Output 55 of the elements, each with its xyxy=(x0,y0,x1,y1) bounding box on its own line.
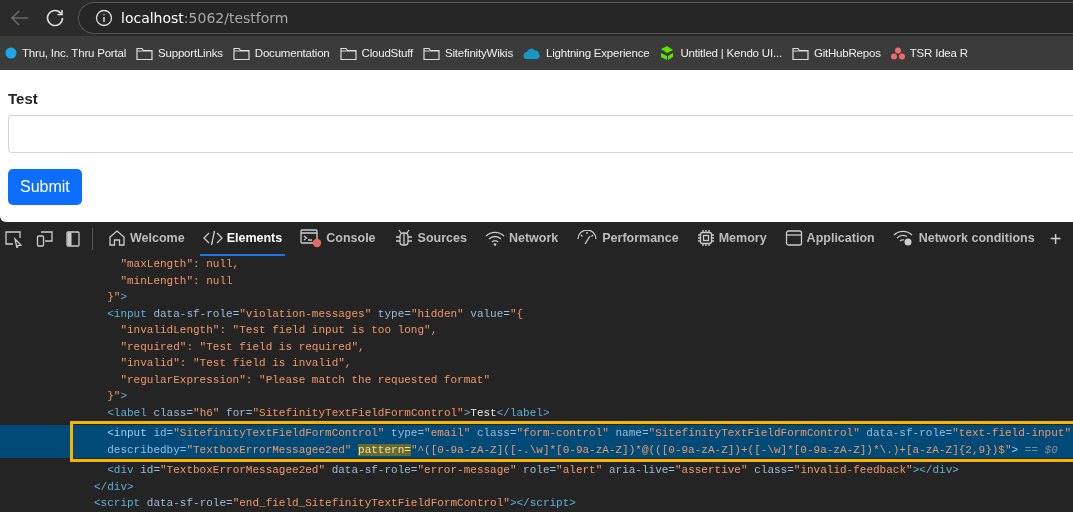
code-line[interactable]: <script data-sf-role="end_field_SitefinityTextFieldFormControl"></script> xyxy=(0,495,1073,512)
reload-icon[interactable] xyxy=(44,7,66,29)
devtools-tab[interactable]: Application xyxy=(781,222,878,256)
bookmark[interactable]: SitefinityWikis xyxy=(423,46,513,60)
gauge-icon xyxy=(576,230,599,246)
devtools-tab[interactable]: Performance xyxy=(573,222,682,256)
text-field[interactable] xyxy=(8,115,1073,153)
url-text: localhost:5062/testform xyxy=(121,10,289,26)
bookmark[interactable]: GitHubRepos xyxy=(791,46,881,60)
folder-icon xyxy=(423,46,441,60)
info-icon[interactable] xyxy=(95,9,113,27)
devtools-tab[interactable]: Sources xyxy=(390,222,470,256)
bookmark[interactable]: CloudStuff xyxy=(339,46,414,60)
window-icon xyxy=(784,229,803,247)
code-line[interactable]: <label class="h6" for="SitefinityTextFieldFormControl">Test</label> xyxy=(0,404,1073,421)
address-bar[interactable]: localhost:5062/testform xyxy=(78,2,1073,34)
field-label: Test xyxy=(8,90,39,107)
home-icon xyxy=(108,229,126,247)
code-line[interactable]: }"> xyxy=(0,388,1073,405)
folder-icon xyxy=(232,46,250,60)
console-error-icon xyxy=(300,228,323,248)
devtools-tab[interactable]: Welcome xyxy=(105,222,188,256)
bookmark[interactable]: Lightning Experience xyxy=(522,46,650,60)
bookmark[interactable]: Thru, Inc. Thru Portal xyxy=(5,47,127,59)
add-tab-button[interactable]: + xyxy=(1049,227,1062,251)
bug-icon xyxy=(393,229,414,247)
chip-icon xyxy=(696,229,715,247)
dock-side-icon[interactable] xyxy=(66,230,80,248)
code-line[interactable]: "maxLength": null, xyxy=(0,256,1073,273)
devtools-tab[interactable]: Memory xyxy=(693,222,770,256)
bookmark[interactable]: SupportLinks xyxy=(136,46,223,60)
submit-button[interactable]: Submit xyxy=(8,169,82,205)
bookmark[interactable]: TSR Idea R xyxy=(890,46,968,60)
folder-icon xyxy=(136,46,154,60)
code-line[interactable]: <div id="TextboxErrorMessagee2ed" data-sf-role="error-message" role="alert" aria-live="assertive" class="invalid-feedback"></div> xyxy=(0,462,1073,479)
code-line[interactable]: "minLength": null xyxy=(0,272,1073,289)
code-line[interactable]: "required": "Test field is required", xyxy=(0,338,1073,355)
inspect-icon[interactable] xyxy=(4,230,24,248)
code-line[interactable]: }"> xyxy=(0,289,1073,306)
code-icon xyxy=(202,230,223,246)
bookmark[interactable]: Untitled | Kendo UI... xyxy=(659,45,782,61)
wifi-icon xyxy=(484,230,505,246)
code-line[interactable]: "regularExpression": "Please match the requested format" xyxy=(0,371,1073,388)
wifi-gear-icon xyxy=(892,229,915,247)
device-toggle-icon[interactable] xyxy=(36,230,54,248)
code-line[interactable]: "invalidLength": "Test field input is too long", xyxy=(0,322,1073,339)
bookmark[interactable]: Documentation xyxy=(232,46,330,60)
folder-icon xyxy=(791,46,809,60)
devtools-tab[interactable]: Network conditions xyxy=(889,222,1038,256)
folder-icon xyxy=(339,46,357,60)
devtools-tab[interactable]: Network xyxy=(481,222,562,256)
code-line[interactable]: <input data-sf-role="violation-messages" type="hidden" value="{ xyxy=(0,305,1073,322)
code-line[interactable]: "invalid": "Test field is invalid", xyxy=(0,355,1073,372)
code-line[interactable]: </div> xyxy=(0,478,1073,495)
devtools-tab[interactable]: Console xyxy=(297,222,379,256)
